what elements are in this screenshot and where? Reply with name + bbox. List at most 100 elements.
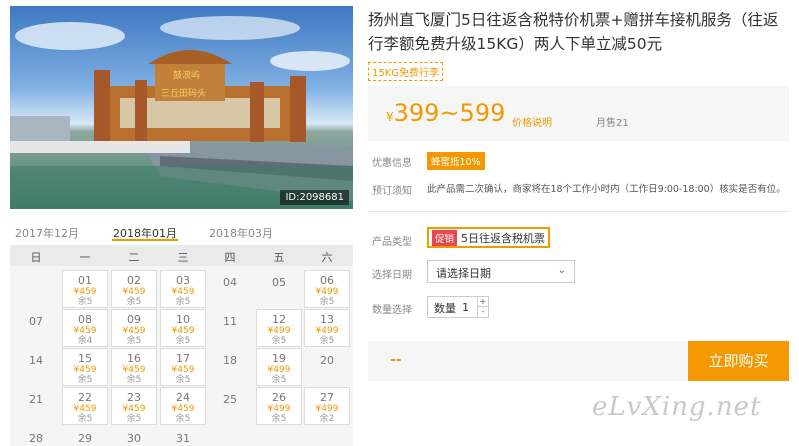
day-remaining: 余5 bbox=[271, 414, 287, 424]
weekday-label: 四 bbox=[224, 251, 236, 264]
day-number: 01 bbox=[78, 274, 92, 287]
calendar-day-available[interactable]: 26 ¥499 余5 bbox=[256, 387, 302, 425]
sign-bottom-text: 三丘田码头 bbox=[161, 88, 206, 99]
day-number: 16 bbox=[127, 352, 141, 365]
calendar-day-available[interactable]: 10 ¥459 余5 bbox=[160, 309, 206, 347]
chevron-down-icon: ⌄ bbox=[557, 265, 566, 276]
product-title: 扬州直飞厦门5日往返含税特价机票+赠拼车接机服务（往返行李额免费升级15KG）两… bbox=[368, 11, 779, 53]
calendar-day-available[interactable]: 02 ¥459 余5 bbox=[111, 270, 157, 308]
buy-now-button[interactable]: 立即购买 bbox=[688, 341, 789, 381]
notice-label: 预订须知 bbox=[372, 186, 412, 197]
promo-badge: 促销 bbox=[432, 230, 458, 246]
day-price: ¥459 bbox=[73, 404, 97, 414]
day-number: 20 bbox=[320, 354, 334, 367]
weekday-label: 五 bbox=[273, 251, 285, 264]
day-remaining: 余5 bbox=[175, 297, 191, 307]
calendar-day: 20 bbox=[304, 348, 350, 367]
day-remaining: 余5 bbox=[319, 336, 335, 346]
weekday-label: 六 bbox=[321, 251, 333, 264]
day-number: 27 bbox=[320, 391, 334, 404]
calendar-day: 29 bbox=[62, 426, 108, 445]
price-calendar: 日一二三四五六 01 ¥459 余5 02 ¥459 余5 03 ¥459 余5 04 05 06 ¥4… bbox=[10, 245, 353, 446]
price-note-link[interactable]: 价格说明 bbox=[512, 114, 552, 129]
day-price: ¥499 bbox=[267, 326, 291, 336]
calendar-day-available[interactable]: 06 ¥499 余5 bbox=[304, 270, 350, 308]
day-remaining: 余5 bbox=[271, 336, 287, 346]
day-price: ¥459 bbox=[73, 287, 97, 297]
month-tab-next[interactable]: 2018年03月 bbox=[209, 225, 273, 241]
quantity-plus-button[interactable]: + bbox=[477, 297, 488, 307]
product-type-option[interactable]: 促销 5日往返含税机票 bbox=[427, 227, 551, 248]
calendar-day: 21 bbox=[13, 387, 59, 406]
product-photo: 鼓浪屿 三丘田码头 ID:2098681 bbox=[10, 6, 353, 209]
calendar-day-available[interactable]: 27 ¥499 余2 bbox=[304, 387, 350, 425]
calendar-day-available[interactable]: 23 ¥459 余5 bbox=[111, 387, 157, 425]
day-number: 10 bbox=[176, 313, 190, 326]
day-remaining: 余5 bbox=[271, 375, 287, 385]
date-select[interactable]: 请选择日期 ⌄ bbox=[427, 260, 575, 283]
purchase-bar: -- 立即购买 bbox=[368, 341, 789, 381]
calendar-day-available[interactable]: 12 ¥499 余5 bbox=[256, 309, 302, 347]
date-placeholder: 请选择日期 bbox=[436, 267, 491, 280]
day-remaining: 余5 bbox=[319, 297, 335, 307]
day-number: 04 bbox=[223, 276, 237, 289]
day-price: ¥459 bbox=[122, 287, 146, 297]
calendar-day-available[interactable]: 15 ¥459 余5 bbox=[62, 348, 108, 386]
monthly-sales: 月售21 bbox=[596, 118, 629, 129]
price: ¥399~599 bbox=[386, 99, 505, 127]
calendar-weekday-header: 日一二三四五六 bbox=[10, 245, 353, 266]
price-range: 399~599 bbox=[393, 99, 506, 127]
terminal-building-image: 鼓浪屿 三丘田码头 bbox=[10, 16, 353, 209]
product-type-value: 5日往返含税机票 bbox=[461, 232, 546, 245]
day-number: 28 bbox=[29, 432, 43, 445]
quantity-value[interactable]: 1 bbox=[462, 301, 469, 314]
calendar-day-available[interactable]: 01 ¥459 余5 bbox=[62, 270, 108, 308]
day-remaining: 余4 bbox=[77, 336, 93, 346]
calendar-day: 11 bbox=[207, 309, 253, 328]
day-number: 12 bbox=[272, 313, 286, 326]
calendar-day: 30 bbox=[111, 426, 157, 445]
calendar-day-available[interactable]: 03 ¥459 余5 bbox=[160, 270, 206, 308]
day-number: 11 bbox=[223, 315, 237, 328]
calendar-day-available[interactable]: 13 ¥499 余5 bbox=[304, 309, 350, 347]
calendar-day: 05 bbox=[256, 270, 302, 289]
day-number: 21 bbox=[29, 393, 43, 406]
day-price: ¥459 bbox=[73, 326, 97, 336]
calendar-day: 28 bbox=[13, 426, 59, 445]
month-tab-prev[interactable]: 2017年12月 bbox=[15, 225, 79, 241]
photo-id-label: ID:2098681 bbox=[280, 190, 349, 205]
day-remaining: 余5 bbox=[126, 414, 142, 424]
day-number: 06 bbox=[320, 274, 334, 287]
calendar-day: 31 bbox=[160, 426, 206, 445]
day-price: ¥499 bbox=[267, 404, 291, 414]
total-price: -- bbox=[390, 352, 402, 368]
day-price: ¥459 bbox=[122, 404, 146, 414]
calendar-day-available[interactable]: 22 ¥459 余5 bbox=[62, 387, 108, 425]
day-number: 15 bbox=[78, 352, 92, 365]
baggage-tag: 15KG免费行李 bbox=[368, 62, 444, 81]
calendar-day-available[interactable]: 24 ¥459 余5 bbox=[160, 387, 206, 425]
quantity-minus-button[interactable]: - bbox=[477, 307, 488, 317]
day-number: 08 bbox=[78, 313, 92, 326]
quantity-stepper[interactable]: 数量 1 + - bbox=[427, 296, 489, 318]
weekday-label: 日 bbox=[30, 251, 42, 264]
day-price: ¥459 bbox=[171, 287, 195, 297]
weekday-label: 二 bbox=[128, 251, 140, 264]
price-box: ¥399~599 价格说明 月售21 bbox=[368, 86, 789, 141]
coupon-label: 优惠信息 bbox=[372, 158, 412, 169]
calendar-day: 14 bbox=[13, 348, 59, 367]
calendar-day-available[interactable]: 08 ¥459 余4 bbox=[62, 309, 108, 347]
day-number: 22 bbox=[78, 391, 92, 404]
calendar-day-available[interactable]: 09 ¥459 余5 bbox=[111, 309, 157, 347]
day-number: 30 bbox=[127, 432, 141, 445]
day-price: ¥499 bbox=[315, 326, 339, 336]
calendar-day-available[interactable]: 19 ¥499 余5 bbox=[256, 348, 302, 386]
day-number: 02 bbox=[127, 274, 141, 287]
day-price: ¥459 bbox=[122, 326, 146, 336]
day-number: 03 bbox=[176, 274, 190, 287]
day-number: 26 bbox=[272, 391, 286, 404]
day-remaining: 余5 bbox=[175, 375, 191, 385]
calendar-day-available[interactable]: 17 ¥459 余5 bbox=[160, 348, 206, 386]
notice-text: 此产品需二次确认，商家将在18个工作小时内（工作日9:00-18:00）核实是否… bbox=[427, 184, 786, 195]
calendar-day-available[interactable]: 16 ¥459 余5 bbox=[111, 348, 157, 386]
